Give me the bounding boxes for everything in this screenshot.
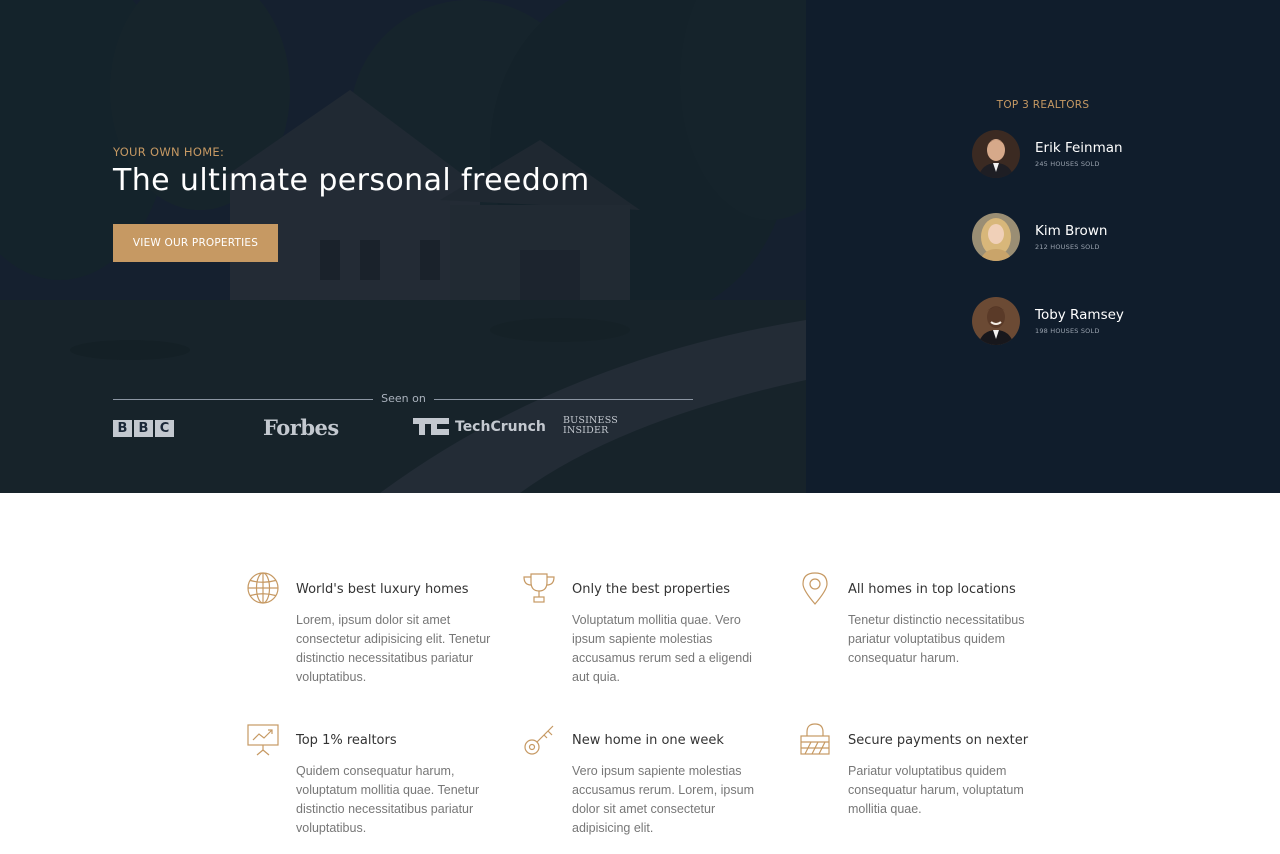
lock-icon: [800, 723, 830, 755]
feature-title: New home in one week: [572, 733, 724, 748]
feature-title: All homes in top locations: [848, 582, 1016, 597]
feature-description: Quidem consequatur harum, voluptatum mol…: [296, 764, 480, 835]
view-properties-button[interactable]: VIEW OUR PROPERTIES: [113, 224, 278, 262]
avatar: [972, 130, 1020, 178]
presentation-chart-icon: [247, 724, 279, 756]
trophy-icon: [523, 573, 555, 603]
realtor-houses-sold: 245 HOUSES SOLD: [1035, 160, 1100, 168]
bbc-logo: B B C: [113, 420, 174, 437]
business-insider-logo: BUSINESS INSIDER: [563, 415, 618, 436]
feature-title: World's best luxury homes: [296, 582, 469, 597]
realtor-name: Kim Brown: [1035, 223, 1108, 239]
realtor-item[interactable]: Toby Ramsey 198 HOUSES SOLD: [972, 297, 1232, 347]
features-section: World's best luxury homes Lorem, ipsum d…: [0, 493, 1280, 854]
realtor-name: Erik Feinman: [1035, 140, 1123, 156]
hero-eyebrow: YOUR OWN HOME:: [113, 145, 225, 159]
techcrunch-mark-icon: [413, 418, 449, 435]
techcrunch-logo: TechCrunch: [413, 418, 546, 435]
avatar: [972, 213, 1020, 261]
feature-description: Vero ipsum sapiente molestias accusamus …: [572, 764, 755, 835]
top-realtors-panel: TOP 3 REALTORS Erik Feinman 245 HOUSES S…: [806, 0, 1280, 493]
map-pin-icon: [802, 572, 828, 605]
realtor-houses-sold: 212 HOUSES SOLD: [1035, 243, 1100, 251]
forbes-logo: Forbes: [263, 415, 339, 440]
seen-on-divider: Seen on: [113, 391, 693, 407]
divider-line: [434, 399, 693, 400]
feature-description: Tenetur distinctio necessitatibus pariat…: [848, 613, 1025, 665]
realtor-item[interactable]: Kim Brown 212 HOUSES SOLD: [972, 213, 1232, 263]
key-icon: [524, 725, 554, 755]
globe-icon: [247, 572, 279, 604]
seen-on-label: Seen on: [381, 392, 426, 405]
avatar: [972, 297, 1020, 345]
press-logos: B B C Forbes TechCrunch BUSINESS INSIDER: [113, 414, 633, 444]
realtor-houses-sold: 198 HOUSES SOLD: [1035, 327, 1100, 335]
feature-title: Secure payments on nexter: [848, 733, 1029, 748]
hero-title: The ultimate personal freedom: [113, 163, 590, 198]
feature-description: Pariatur voluptatibus quidem consequatur…: [848, 764, 1024, 816]
realtor-name: Toby Ramsey: [1035, 307, 1124, 323]
realtors-heading: TOP 3 REALTORS: [996, 99, 1090, 111]
divider-line: [113, 399, 373, 400]
feature-description: Voluptatum mollitia quae. Vero ipsum sap…: [572, 613, 752, 684]
hero-section: YOUR OWN HOME: The ultimate personal fre…: [0, 0, 1280, 493]
feature-description: Lorem, ipsum dolor sit amet consectetur …: [296, 613, 491, 684]
hero-content: YOUR OWN HOME: The ultimate personal fre…: [113, 0, 713, 493]
feature-title: Top 1% realtors: [296, 733, 397, 748]
realtor-item[interactable]: Erik Feinman 245 HOUSES SOLD: [972, 130, 1232, 180]
feature-title: Only the best properties: [572, 582, 730, 597]
